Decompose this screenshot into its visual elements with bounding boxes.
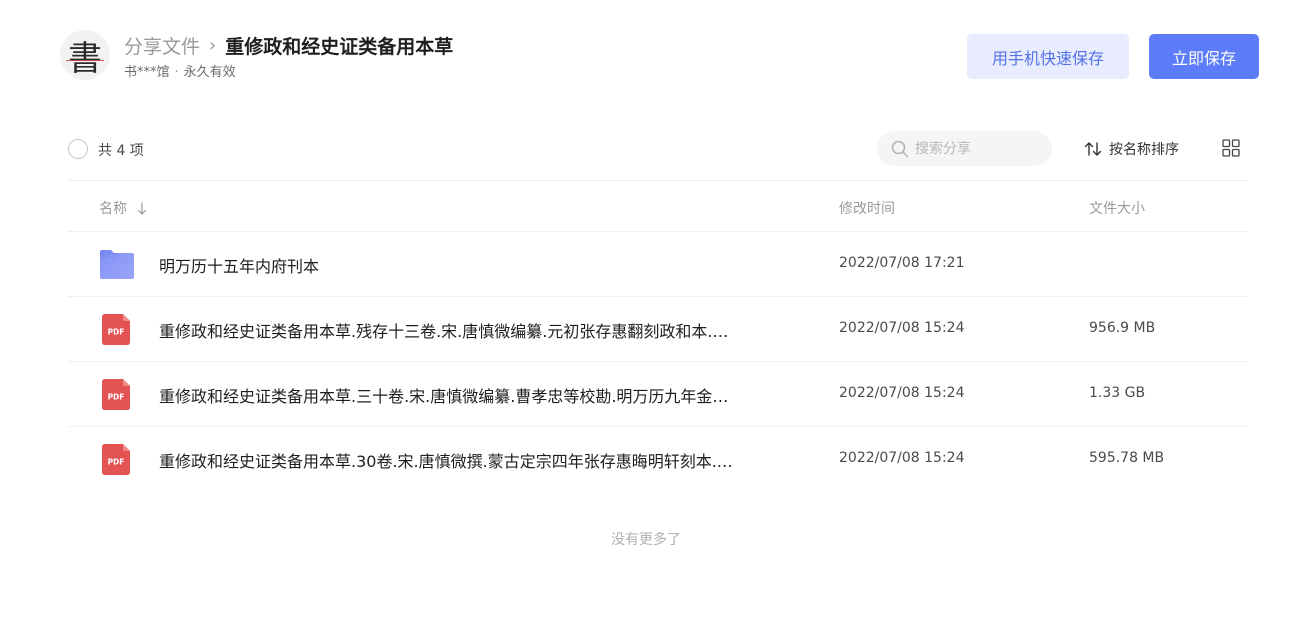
column-name-label: 名称 — [99, 201, 127, 217]
pdf-file-icon: PDF — [102, 379, 130, 410]
pdf-file-icon: PDF — [102, 314, 130, 345]
file-name: 重修政和经史证类备用本草.残存十三卷.宋.唐慎微编纂.元初张存惠翻刻政和本.… — [159, 322, 729, 341]
info-separator: · — [174, 65, 179, 80]
avatar-char: 書 — [68, 38, 102, 79]
validity-text: 永久有效 — [183, 65, 236, 80]
search-input[interactable] — [915, 140, 1035, 157]
file-size: 956.9 MB — [1089, 320, 1156, 336]
page-title: 重修政和经史证类备用本草 — [225, 36, 454, 58]
file-modified-time: 2022/07/08 15:24 — [839, 450, 965, 466]
search-icon — [891, 140, 909, 157]
select-all-checkbox[interactable] — [68, 139, 88, 159]
file-list: 名称 修改时间 文件大小 明万历十五年内府刊本 2022/07/08 17:21 — [68, 180, 1248, 492]
share-header: 書 分享文件 › 重修政和经史证类备用本草 书***馆 · 永久有效 用手机快速保存… — [60, 30, 1260, 86]
column-name-header[interactable]: 名称 — [99, 198, 147, 218]
file-row[interactable]: PDF 重修政和经史证类备用本草.30卷.宋.唐慎微撰.蒙古定宗四年张存惠晦明轩… — [68, 427, 1248, 492]
avatar: 書 — [60, 30, 110, 80]
sharer-name: 书***馆 — [124, 65, 170, 80]
file-modified-time: 2022/07/08 17:21 — [839, 255, 965, 271]
list-header: 名称 修改时间 文件大小 — [68, 181, 1248, 232]
pdf-icon-text: PDF — [108, 328, 125, 337]
phone-save-button[interactable]: 用手机快速保存 — [967, 34, 1129, 79]
list-toolbar: 共 4 项 按名称排序 — [68, 131, 1248, 167]
file-row[interactable]: PDF 重修政和经史证类备用本草.残存十三卷.宋.唐慎微编纂.元初张存惠翻刻政和… — [68, 297, 1248, 362]
sort-icon — [1084, 142, 1102, 156]
search-box[interactable] — [877, 131, 1052, 166]
breadcrumb-root-link[interactable]: 分享文件 — [124, 32, 200, 59]
file-size: 1.33 GB — [1089, 385, 1146, 401]
file-modified-time: 2022/07/08 15:24 — [839, 320, 965, 336]
share-info: 书***馆 · 永久有效 — [124, 61, 236, 80]
file-row[interactable]: 明万历十五年内府刊本 2022/07/08 17:21 — [68, 232, 1248, 297]
no-more-text: 没有更多了 — [611, 532, 681, 548]
pdf-icon-text: PDF — [108, 458, 125, 467]
breadcrumb-separator: › — [209, 35, 217, 56]
sort-label: 按名称排序 — [1109, 142, 1179, 158]
column-size-header[interactable]: 文件大小 — [1089, 198, 1145, 218]
avatar-stroke-decoration — [66, 60, 104, 61]
folder-icon — [100, 250, 134, 279]
item-count: 共 4 项 — [98, 143, 144, 159]
file-size: 595.78 MB — [1089, 450, 1165, 466]
file-modified-time: 2022/07/08 15:24 — [839, 385, 965, 401]
save-now-button[interactable]: 立即保存 — [1149, 34, 1259, 79]
sort-button[interactable]: 按名称排序 — [1084, 139, 1179, 159]
grid-view-icon[interactable] — [1222, 139, 1240, 157]
file-row[interactable]: PDF 重修政和经史证类备用本草.三十卷.宋.唐慎微编纂.曹孝忠等校勘.明万历九… — [68, 362, 1248, 427]
breadcrumb: 分享文件 › 重修政和经史证类备用本草 — [124, 32, 453, 59]
pdf-file-icon: PDF — [102, 444, 130, 475]
arrow-down-icon — [137, 201, 147, 215]
file-name: 明万历十五年内府刊本 — [159, 257, 320, 276]
pdf-icon-text: PDF — [108, 393, 125, 402]
file-name: 重修政和经史证类备用本草.三十卷.宋.唐慎微编纂.曹孝忠等校勘.明万历九年金… — [159, 387, 729, 406]
column-time-header[interactable]: 修改时间 — [839, 198, 895, 218]
file-name: 重修政和经史证类备用本草.30卷.宋.唐慎微撰.蒙古定宗四年张存惠晦明轩刻本.… — [159, 452, 733, 471]
